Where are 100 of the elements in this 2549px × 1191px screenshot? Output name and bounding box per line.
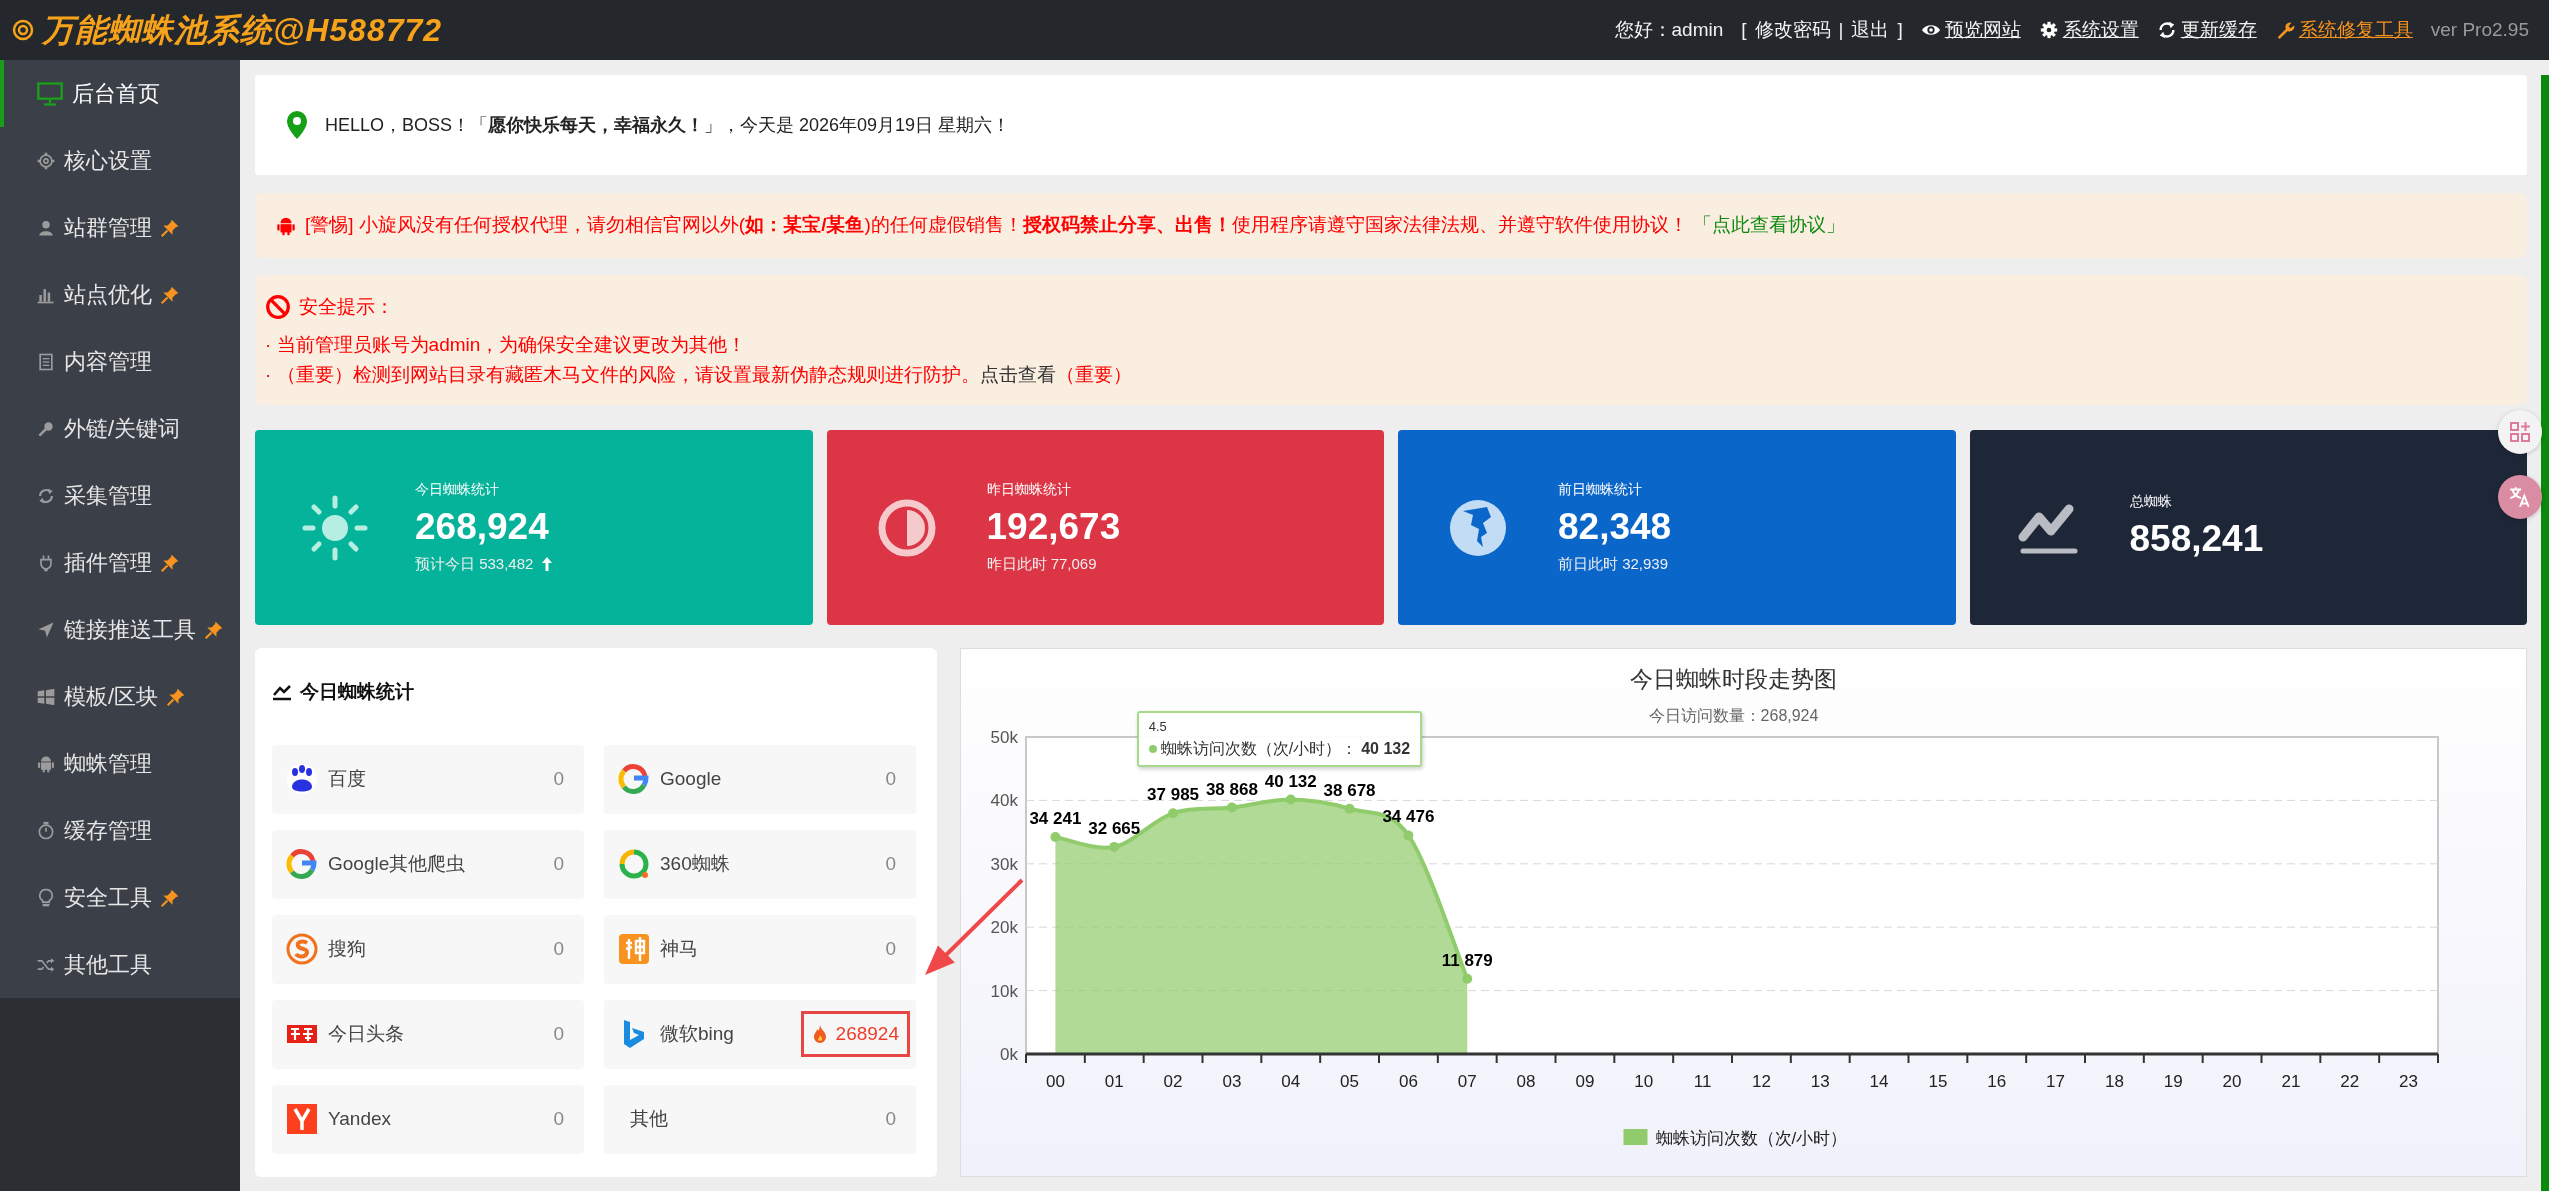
data-point[interactable] xyxy=(1344,803,1355,814)
y-tick-label: 20k xyxy=(990,918,1018,938)
version-text: ver Pro2.95 xyxy=(2430,17,2529,42)
data-point[interactable] xyxy=(1109,841,1120,852)
apps-icon[interactable] xyxy=(2508,420,2532,444)
engine-name: 搜狗 xyxy=(328,936,367,961)
x-tick-label: 09 xyxy=(1575,1072,1595,1091)
data-label: 37 985 xyxy=(1147,785,1200,805)
data-point[interactable] xyxy=(1462,973,1473,984)
x-tick-label: 11 xyxy=(1693,1072,1712,1091)
data-label: 34 476 xyxy=(1382,807,1435,827)
x-tick-label: 10 xyxy=(1634,1072,1654,1091)
x-tick-label: 05 xyxy=(1340,1072,1360,1091)
security-title: 安全提示： xyxy=(299,295,394,319)
document-icon xyxy=(36,351,56,372)
legend-label[interactable]: 蜘蛛访问次数（次/小时） xyxy=(1655,1129,1848,1148)
location-pin-icon xyxy=(285,110,309,140)
y-tick-label: 30k xyxy=(990,854,1018,874)
sidebar-item[interactable]: 模板/区块 xyxy=(0,663,240,730)
engine-count: 0 xyxy=(885,1106,896,1131)
engine-name: Google其他爬虫 xyxy=(328,851,467,876)
x-tick-label: 08 xyxy=(1516,1072,1536,1091)
account-link[interactable]: 退出 xyxy=(1851,15,1890,45)
sidebar-item[interactable]: 站群管理 xyxy=(0,194,240,261)
sidebar-item[interactable]: 站点优化 xyxy=(0,261,240,328)
data-label: 38 678 xyxy=(1323,780,1376,800)
sidebar-item[interactable]: 后台首页 xyxy=(0,60,240,127)
stat-note: 前日此时 32,939 xyxy=(1558,554,1669,574)
stopwatch-icon xyxy=(36,820,56,841)
toolbar-link[interactable]: 更新缓存 xyxy=(2156,15,2257,45)
flame-icon xyxy=(811,1024,828,1044)
engine-name: 今日头条 xyxy=(328,1021,405,1046)
engine-name: 百度 xyxy=(328,766,367,791)
x-tick-label: 03 xyxy=(1222,1072,1242,1091)
x-tick-label: 17 xyxy=(2046,1072,2066,1091)
s-logo-icon xyxy=(286,933,318,965)
stat-value: 268,924 xyxy=(415,506,550,549)
spiral-icon xyxy=(12,19,34,41)
account-link[interactable]: 修改密码 xyxy=(1754,15,1831,45)
toolbar-link[interactable]: 系统修复工具 xyxy=(2274,15,2413,45)
engine-count: 268924 xyxy=(800,1010,910,1058)
sidebar-item[interactable]: 内容管理 xyxy=(0,328,240,395)
x-tick-label: 20 xyxy=(2222,1072,2242,1091)
sidebar-item[interactable]: 缓存管理 xyxy=(0,797,240,864)
g-logo-icon xyxy=(286,848,318,880)
data-point[interactable] xyxy=(1168,808,1179,819)
legend-swatch[interactable] xyxy=(1623,1129,1648,1145)
engine-name: Yandex xyxy=(328,1106,393,1131)
settings-icon xyxy=(2038,20,2059,40)
data-point[interactable] xyxy=(1050,831,1061,842)
user-greeting: 您好：admin xyxy=(1614,17,1724,42)
data-label: 34 241 xyxy=(1029,808,1082,828)
engine-count: 0 xyxy=(553,1021,564,1046)
engine-name: 360蜘蛛 xyxy=(660,851,731,876)
engine-count: 0 xyxy=(885,936,896,961)
panel-title: 今日蜘蛛统计 xyxy=(300,680,414,704)
sidebar-item[interactable]: 插件管理 xyxy=(0,529,240,596)
paw-logo-icon xyxy=(286,763,318,795)
sidebar-item[interactable]: 外链/关键词 xyxy=(0,395,240,462)
x-tick-label: 00 xyxy=(1045,1072,1065,1091)
tooltip-value: 40 132 xyxy=(1361,738,1411,759)
sidebar-item[interactable]: 采集管理 xyxy=(0,462,240,529)
x-tick-label: 22 xyxy=(2340,1072,2360,1091)
data-point[interactable] xyxy=(1403,830,1414,841)
separator-text: | xyxy=(1838,17,1844,42)
sidebar-item[interactable]: 链接推送工具 xyxy=(0,596,240,663)
stat-label: 前日蜘蛛统计 xyxy=(1558,480,1643,500)
view-link[interactable]: 点击查看 xyxy=(979,363,1056,385)
app-logo-icon xyxy=(618,933,650,965)
ban-icon xyxy=(265,294,291,321)
sidebar-item[interactable]: 安全工具 xyxy=(0,864,240,931)
data-point[interactable] xyxy=(1226,802,1237,813)
monitor-icon xyxy=(36,79,64,108)
toolbar-link[interactable]: 系统设置 xyxy=(2038,15,2139,45)
sidebar-item[interactable]: 核心设置 xyxy=(0,127,240,194)
engine-name: 微软bing xyxy=(660,1021,735,1046)
x-tick-label: 23 xyxy=(2399,1072,2419,1091)
engine-count: 0 xyxy=(553,851,564,876)
tooltip-label: 蜘蛛访问次数（次/小时）： xyxy=(1160,738,1358,759)
y-tick-label: 50k xyxy=(990,728,1018,747)
agreement-link[interactable]: 「点此查看协议」 xyxy=(1693,214,1846,236)
stat-note: 预计今日 533,482 xyxy=(415,554,534,574)
security-line: · 当前管理员账号为admin，为确保安全建议更改为其他！ xyxy=(265,332,748,357)
x-tick-label: 15 xyxy=(1928,1072,1948,1091)
chart-icon xyxy=(272,683,292,702)
y-tick-label: 10k xyxy=(990,981,1018,1001)
engine-name: 其他 xyxy=(630,1106,669,1131)
brand-title: 万能蜘蛛池系统@H588772 xyxy=(42,11,443,50)
data-label: 32 665 xyxy=(1088,818,1141,838)
stat-value: 82,348 xyxy=(1558,506,1672,549)
y-tick-label: 40k xyxy=(990,791,1018,811)
bracket-text: [ xyxy=(1741,17,1747,42)
sidebar-item[interactable]: 蜘蛛管理 xyxy=(0,730,240,797)
x-tick-label: 02 xyxy=(1163,1072,1183,1091)
data-point[interactable] xyxy=(1285,794,1296,805)
sidebar-item[interactable]: 其他工具 xyxy=(0,931,240,998)
x-tick-label: 12 xyxy=(1751,1072,1771,1091)
tooltip-title: 4.5 xyxy=(1148,718,1168,736)
toolbar-link[interactable]: 预览网站 xyxy=(1920,15,2021,45)
x-tick-label: 13 xyxy=(1810,1072,1830,1091)
